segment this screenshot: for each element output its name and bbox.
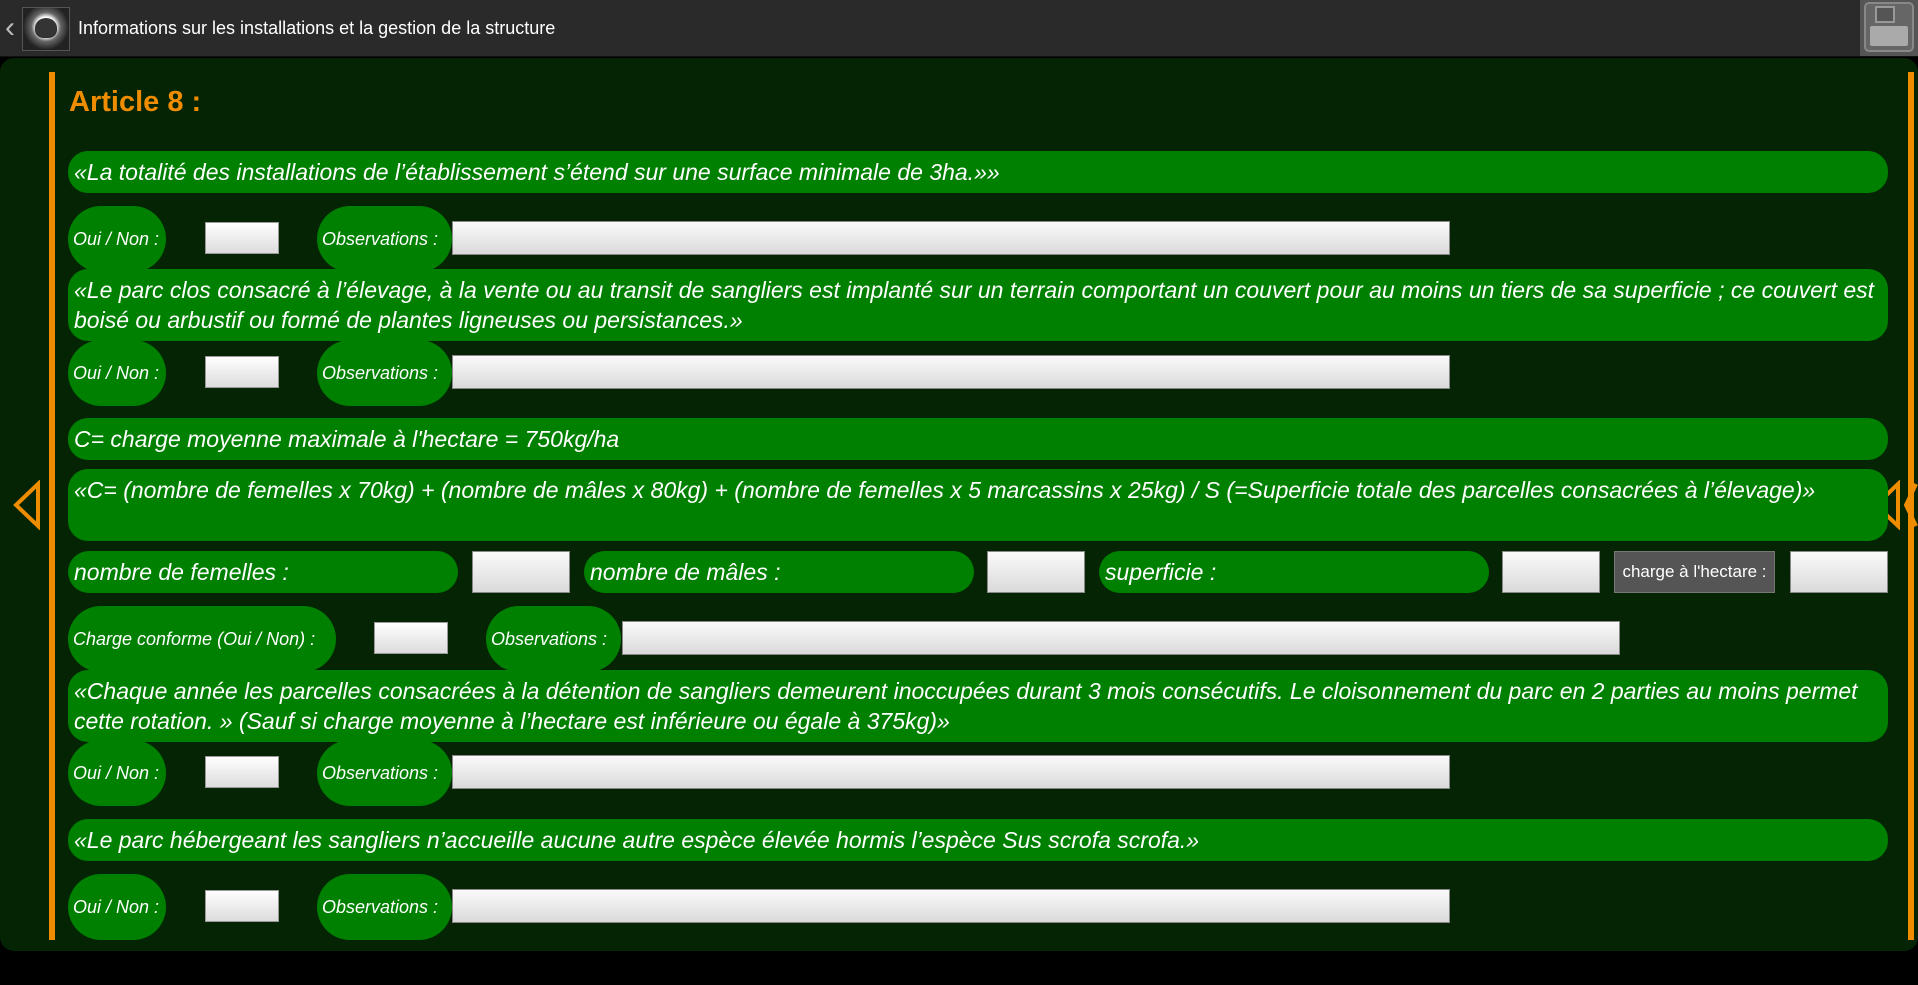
top-bar: ‹ Informations sur les installations et …	[0, 0, 1918, 57]
charge-result-field[interactable]	[1790, 551, 1888, 593]
area-input[interactable]	[1502, 551, 1600, 593]
charge-formula: «C= (nombre de femelles x 70kg) + (nombr…	[68, 469, 1888, 541]
question-statement: «Chaque année les parcelles consacrées à…	[68, 670, 1888, 742]
compute-charge-button[interactable]: charge à l'hectare :	[1614, 551, 1775, 593]
observations-input[interactable]	[622, 621, 1620, 655]
yes-no-input[interactable]	[205, 756, 279, 788]
observations-input[interactable]	[452, 221, 1450, 255]
yes-no-input[interactable]	[205, 890, 279, 922]
observations-label: Observations :	[317, 340, 452, 406]
area-label: superficie :	[1099, 551, 1489, 593]
observations-input[interactable]	[452, 889, 1450, 923]
question-statement: «La totalité des installations de l’étab…	[68, 151, 1888, 193]
left-accent-bar	[49, 72, 55, 940]
conform-label: Charge conforme (Oui / Non) :	[68, 606, 336, 672]
conform-input[interactable]	[374, 622, 448, 654]
observations-label: Observations :	[317, 206, 452, 272]
question-statement: «Le parc hébergeant les sangliers n’accu…	[68, 819, 1888, 861]
observations-label: Observations :	[317, 874, 452, 940]
question-statement: «Le parc clos consacré à l’élevage, à la…	[68, 269, 1888, 341]
females-label: nombre de femelles :	[68, 551, 458, 593]
floppy-disk-icon	[1864, 2, 1914, 52]
yes-no-label: Oui / Non :	[68, 340, 166, 406]
save-button[interactable]	[1860, 0, 1918, 56]
yes-no-label: Oui / Non :	[68, 874, 166, 940]
yes-no-label: Oui / Non :	[68, 206, 166, 272]
yes-no-label: Oui / Non :	[68, 740, 166, 806]
boar-logo-icon	[22, 7, 70, 51]
page-title: Informations sur les installations et la…	[78, 18, 556, 38]
yes-no-input[interactable]	[205, 356, 279, 388]
yes-no-input[interactable]	[205, 222, 279, 254]
chevron-left-icon[interactable]: ‹	[2, 13, 18, 43]
observations-label: Observations :	[317, 740, 452, 806]
males-label: nombre de mâles :	[584, 551, 974, 593]
bottom-strip	[0, 951, 1918, 985]
observations-input[interactable]	[452, 355, 1450, 389]
males-input[interactable]	[987, 551, 1085, 593]
article-title: Article 8 :	[69, 86, 202, 118]
females-input[interactable]	[472, 551, 570, 593]
previous-page-icon[interactable]	[12, 480, 42, 530]
charge-definition: C= charge moyenne maximale à l'hectare =…	[68, 418, 1888, 460]
observations-input[interactable]	[452, 755, 1450, 789]
observations-label: Observations :	[486, 606, 621, 672]
